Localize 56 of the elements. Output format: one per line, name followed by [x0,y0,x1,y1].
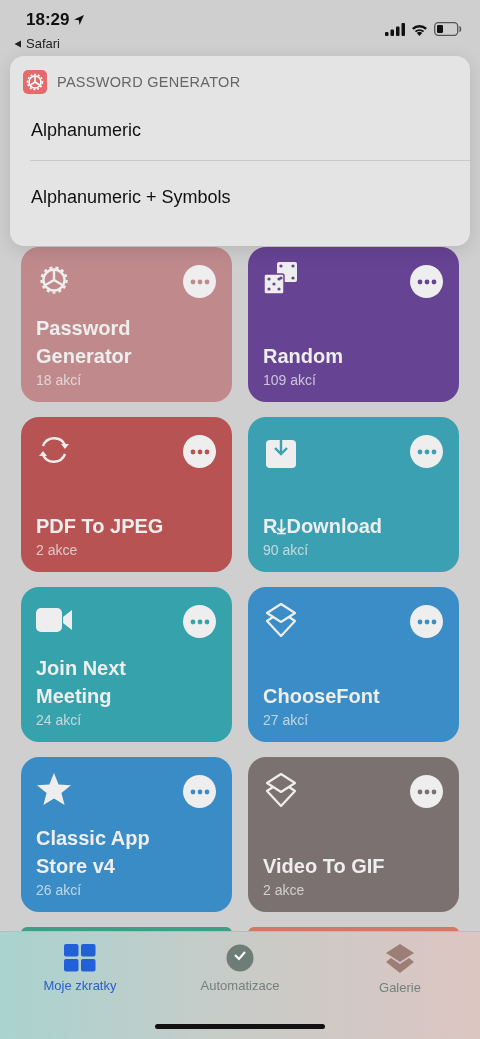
more-button[interactable] [410,605,443,638]
ellipsis-icon [416,618,437,625]
shortcut-card[interactable]: Join Next Meeting 24 akcí [21,587,232,742]
shortcut-card[interactable]: Password Generator 18 akcí [21,247,232,402]
gear-app-icon [23,70,47,94]
more-button[interactable] [410,775,443,808]
action-count: 24 akcí [36,712,83,728]
layers-icon [263,772,299,808]
menu-title: PASSWORD GENERATOR [57,74,241,90]
shortcut-card[interactable]: R⤓Download 90 akcí [248,417,459,572]
tab[interactable]: Moje zkratky [40,944,120,995]
status-time: 18:29 [26,10,70,30]
location-arrow-icon [73,14,86,26]
shortcut-title: R⤓Download [263,514,383,539]
signal-icon [385,22,405,36]
action-count: 109 akcí [263,372,317,388]
menu-option[interactable]: Alphanumeric + Symbols [10,167,470,227]
battery-icon [434,22,462,36]
shortcut-card[interactable]: Video To GIF 2 akce [248,757,459,912]
shortcut-title: Classic App Store v4 [36,826,151,879]
ellipsis-icon [189,448,210,455]
shortcut-title: Password Generator [36,316,133,369]
wifi-icon [411,22,428,36]
action-count: 18 akcí [36,372,83,388]
menu-option[interactable]: Alphanumeric [10,100,470,160]
action-count: 2 akce [36,542,79,558]
ellipsis-icon [189,618,210,625]
stack-icon [385,944,415,974]
tab[interactable]: Automatizace [200,944,280,995]
action-count: 26 akcí [36,882,83,898]
back-triangle-icon[interactable] [14,39,22,48]
ellipsis-icon [189,278,210,285]
action-count: 2 akce [263,882,306,898]
ellipsis-icon [416,278,437,285]
shortcut-title: PDF To JPEG [36,514,165,539]
tab[interactable]: Galerie [360,944,440,995]
more-button[interactable] [410,265,443,298]
clock-check-icon [225,944,255,972]
more-button[interactable] [183,435,216,468]
grid-icon [64,944,96,972]
ellipsis-icon [416,448,437,455]
more-button[interactable] [183,775,216,808]
layers-icon [263,602,299,638]
shortcut-card[interactable]: Random 109 akcí [248,247,459,402]
shortcut-title: ChooseFont [263,684,381,709]
shortcut-card[interactable]: ChooseFont 27 akcí [248,587,459,742]
ellipsis-icon [416,788,437,795]
shortcut-card[interactable]: Classic App Store v4 26 akcí [21,757,232,912]
shortcut-title: Join Next Meeting [36,656,128,709]
shortcut-title: Video To GIF [263,854,386,879]
shortcut-title: Random [263,344,344,369]
shortcut-card[interactable]: PDF To JPEG 2 akce [21,417,232,572]
action-count: 90 akcí [263,542,310,558]
action-count: 27 akcí [263,712,310,728]
back-to-app-link[interactable]: Safari [26,36,60,51]
ellipsis-icon [189,788,210,795]
